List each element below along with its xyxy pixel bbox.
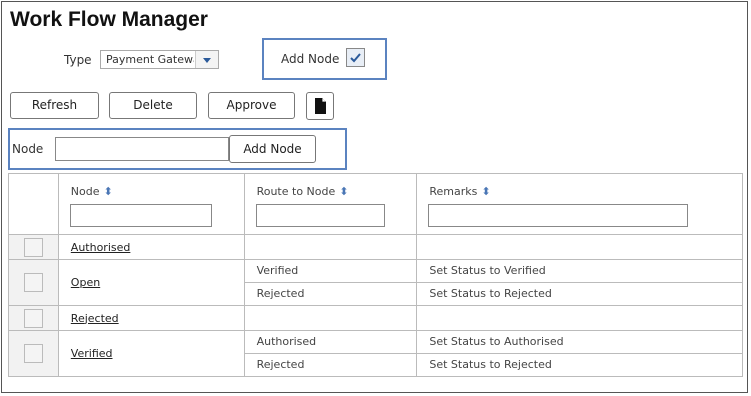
document-icon: [315, 98, 326, 114]
route-cell: Rejected: [243, 353, 418, 377]
row-checkbox[interactable]: [23, 237, 43, 257]
add-node-button[interactable]: Add Node: [229, 135, 316, 163]
document-button[interactable]: [306, 92, 334, 120]
table-row: Verified Authorised Set Status to Author…: [8, 330, 743, 377]
table-row: Rejected: [8, 305, 743, 331]
delete-button[interactable]: Delete: [109, 92, 197, 119]
route-filter-input[interactable]: [255, 204, 385, 227]
remarks-filter-input[interactable]: [428, 204, 689, 227]
node-link[interactable]: Rejected: [71, 312, 119, 325]
table-header-row: Node ⬍ Route to Node ⬍ Remarks ⬍: [8, 173, 743, 235]
type-select-value: Payment Gateway: [106, 53, 194, 66]
node-filter-input[interactable]: [69, 204, 212, 227]
chevron-down-icon[interactable]: [195, 51, 218, 68]
page-title: Work Flow Manager: [10, 8, 208, 31]
route-cell: Authorised: [243, 330, 418, 354]
node-input[interactable]: [55, 137, 229, 161]
node-link[interactable]: Verified: [71, 347, 113, 360]
column-header-node[interactable]: Node ⬍: [57, 173, 245, 235]
refresh-button[interactable]: Refresh: [10, 92, 99, 119]
route-cell: Verified: [243, 259, 418, 283]
type-select[interactable]: Payment Gateway: [100, 50, 219, 69]
sort-icon[interactable]: ⬍: [339, 185, 348, 198]
add-node-label: Add Node: [281, 52, 340, 66]
column-header-remarks[interactable]: Remarks ⬍: [416, 173, 743, 235]
remark-cell: Set Status to Rejected: [416, 282, 743, 306]
sort-icon[interactable]: ⬍: [104, 185, 113, 198]
route-cell: Rejected: [243, 282, 418, 306]
node-label: Node: [12, 142, 44, 156]
node-link[interactable]: Authorised: [71, 241, 131, 254]
node-link[interactable]: Open: [71, 276, 100, 289]
table-row: Authorised: [8, 234, 743, 260]
remark-cell: Set Status to Authorised: [416, 330, 743, 354]
type-label: Type: [64, 53, 92, 67]
workflow-table: Node ⬍ Route to Node ⬍ Remarks ⬍ Authorised…: [8, 173, 743, 377]
column-label-node: Node: [70, 185, 100, 198]
row-checkbox[interactable]: [23, 344, 43, 363]
remark-cell: Set Status to Rejected: [416, 353, 743, 377]
select-column-header: [8, 173, 59, 235]
sort-icon[interactable]: ⬍: [481, 185, 490, 198]
column-label-route: Route to Node: [256, 185, 336, 198]
row-checkbox[interactable]: [23, 273, 43, 292]
remark-cell: Set Status to Verified: [416, 259, 743, 283]
checkmark-icon: [350, 53, 361, 63]
table-row: Open Verified Set Status to Verified: [8, 259, 743, 306]
column-label-remarks: Remarks: [429, 185, 478, 198]
row-checkbox[interactable]: [23, 308, 43, 328]
column-header-route[interactable]: Route to Node ⬍: [243, 173, 418, 235]
approve-button[interactable]: Approve: [208, 92, 295, 119]
add-node-checkbox[interactable]: [346, 48, 365, 67]
